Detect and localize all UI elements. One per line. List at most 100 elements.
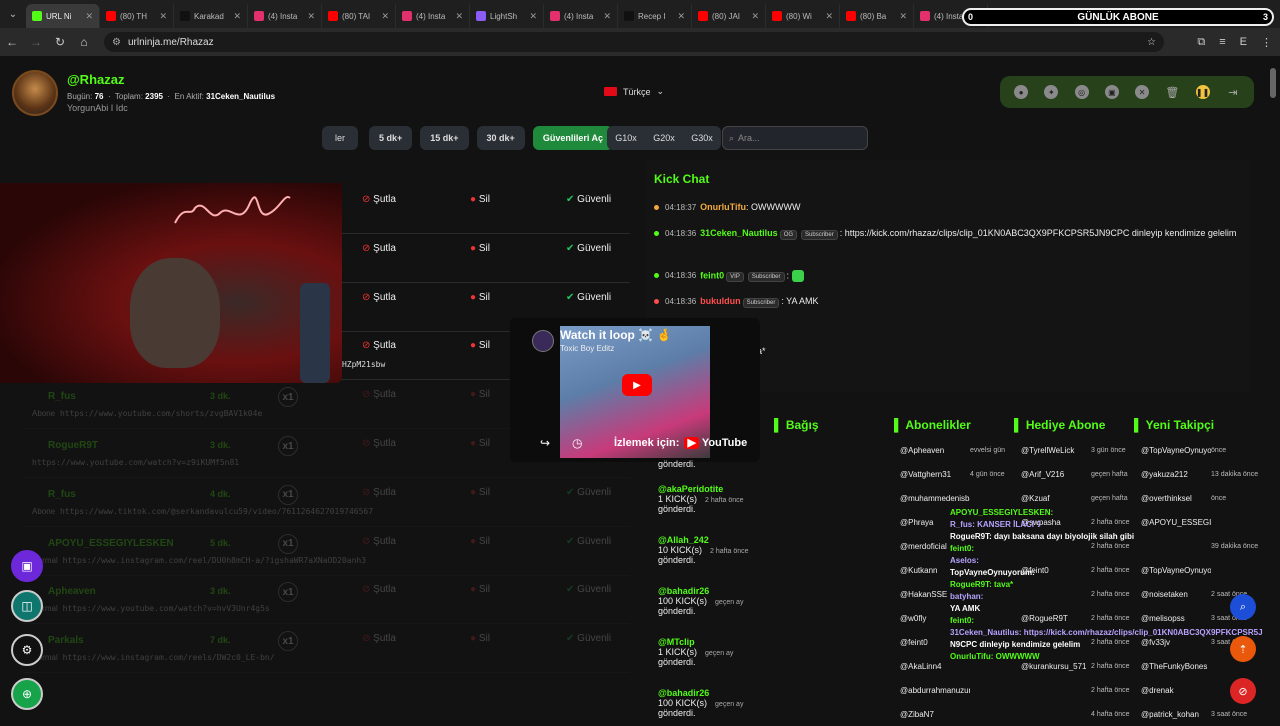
report-button[interactable]: ⊘ Şutla (362, 194, 396, 205)
browser-tab[interactable]: LightSh ✕ (470, 4, 544, 28)
browser-tab[interactable]: (4) Insta ✕ (396, 4, 470, 28)
home-icon[interactable]: ⌂ (72, 35, 96, 49)
browser-tab[interactable]: (4) Insta ✕ (544, 4, 618, 28)
browser-tab[interactable]: Recep I ✕ (618, 4, 692, 28)
browser-tab[interactable]: (80) JAI ✕ (692, 4, 766, 28)
coin-icon[interactable]: ● (1014, 85, 1029, 99)
filter-15min-button[interactable]: 15 dk+ (420, 126, 469, 150)
report-button[interactable]: ⊘ Şutla (362, 292, 396, 303)
kick-user[interactable]: @MTclip (658, 637, 733, 647)
list-user[interactable]: @drenak (1141, 686, 1211, 695)
row-username[interactable]: R_fus (48, 489, 76, 500)
row-username[interactable]: Parkals (48, 635, 84, 646)
row-link[interactable]: Normal https://www.instagram.com/reel/DU… (32, 556, 366, 565)
browser-tab[interactable]: (4) Insta ✕ (248, 4, 322, 28)
language-selector[interactable]: Türkçe ⌄ (604, 86, 664, 97)
pause-icon[interactable]: ❚❚ (1195, 85, 1210, 99)
browser-tab[interactable]: (80) Wi ✕ (766, 4, 840, 28)
bookmark-star-icon[interactable]: ☆ (1147, 37, 1156, 48)
section-followers[interactable]: ▌ Yeni Takipçi (1134, 418, 1214, 432)
delete-button[interactable]: ● Sil (470, 340, 490, 351)
section-donation[interactable]: ▌ Bağış (774, 418, 819, 432)
close-tab-icon[interactable]: ✕ (529, 11, 537, 22)
zoom-search-icon[interactable]: ⌕ (1230, 594, 1256, 620)
trust-button[interactable]: ✔ Güvenli (566, 194, 611, 205)
report-button[interactable]: ⊘ Şutla (362, 243, 396, 254)
delete-button[interactable]: ● Sil (470, 487, 490, 498)
list-user[interactable]: @Apheaven (900, 446, 970, 455)
delete-button[interactable]: ● Sil (470, 584, 490, 595)
close-tab-icon[interactable]: ✕ (85, 11, 93, 22)
trust-button[interactable]: ✔ Güvenli (566, 633, 611, 644)
list-user[interactable]: @patrick_kohan (1141, 710, 1211, 719)
trash-icon[interactable]: 🗑 (1165, 85, 1179, 99)
browser-tab[interactable]: URL Ni ✕ (26, 4, 100, 28)
close-tab-icon[interactable]: ✕ (307, 11, 315, 22)
close-tab-icon[interactable]: ✕ (233, 11, 241, 22)
back-icon[interactable]: ← (0, 35, 24, 49)
filter-button-partial[interactable]: ler (322, 126, 358, 150)
report-button[interactable]: ⊘ Şutla (362, 633, 396, 644)
list-user[interactable]: @TyrellWeLick (1021, 446, 1091, 455)
list-user[interactable]: @TopVayneOynuyorum (1141, 446, 1211, 455)
close-tab-icon[interactable]: ✕ (603, 11, 611, 22)
close-tab-icon[interactable]: ✕ (159, 11, 167, 22)
tab-search-icon[interactable]: ⌄ (0, 0, 26, 28)
page-scrollbar[interactable] (1270, 68, 1276, 98)
trust-button[interactable]: ✔ Güvenli (566, 243, 611, 254)
menu-icon[interactable]: ⋮ (1261, 36, 1272, 49)
browser-tab[interactable]: (80) TAI ✕ (322, 4, 396, 28)
stop-icon[interactable]: ⊘ (1230, 678, 1256, 704)
close-tab-icon[interactable]: ✕ (825, 11, 833, 22)
browser-tab[interactable]: (80) TH ✕ (100, 4, 174, 28)
filter-5min-button[interactable]: 5 dk+ (369, 126, 413, 150)
delete-button[interactable]: ● Sil (470, 633, 490, 644)
browser-tab[interactable]: (80) Ba ✕ (840, 4, 914, 28)
chat-user[interactable]: 31Ceken_Nautilus (700, 228, 778, 238)
close-tab-icon[interactable]: ✕ (751, 11, 759, 22)
kick-user[interactable]: @bahadir26 (658, 688, 743, 698)
report-button[interactable]: ⊘ Şutla (362, 340, 396, 351)
settings-icon[interactable]: ⚙ (11, 634, 43, 666)
delete-button[interactable]: ● Sil (470, 292, 490, 303)
row-username[interactable]: RogueR9T (48, 440, 98, 451)
reload-icon[interactable]: ↻ (48, 35, 72, 49)
delete-button[interactable]: ● Sil (470, 438, 490, 449)
kick-icon[interactable]: ◫ (11, 590, 43, 622)
logout-icon[interactable]: ⇥ (1226, 85, 1240, 99)
list-user[interactable]: @abdurrahmanuzun (900, 686, 970, 695)
list-user[interactable]: @muhammedenisbastanefendihz (900, 494, 970, 503)
close-tab-icon[interactable]: ✕ (899, 11, 907, 22)
close-tab-icon[interactable]: ✕ (677, 11, 685, 22)
delete-button[interactable]: ● Sil (470, 389, 490, 400)
report-button[interactable]: ⊘ Şutla (362, 487, 396, 498)
scroll-top-icon[interactable]: ⇡ (1230, 636, 1256, 662)
list-user[interactable]: @Kzuaf (1021, 494, 1091, 503)
twitch-icon[interactable]: ▣ (11, 550, 43, 582)
report-button[interactable]: ⊘ Şutla (362, 438, 396, 449)
filter-30min-button[interactable]: 30 dk+ (476, 126, 525, 150)
row-link[interactable]: Normal https://www.instagram.com/reels/D… (32, 653, 275, 662)
url-field[interactable]: ⚙ urlninja.me/Rhazaz ☆ (104, 32, 1164, 52)
chat-user[interactable]: OnurluTifu (700, 202, 746, 212)
forward-icon[interactable]: → (24, 35, 48, 49)
browser-tab[interactable]: Karakad ✕ (174, 4, 248, 28)
play-icon[interactable]: ▶ (622, 374, 652, 396)
profile-avatar[interactable]: E (1240, 36, 1247, 49)
tools-icon[interactable]: ✕ (1135, 85, 1150, 99)
list-user[interactable]: @Arif_V216 (1021, 470, 1091, 479)
add-user-icon[interactable]: ⊕ (11, 678, 43, 710)
multiplier-30x-button[interactable]: G30x (683, 126, 721, 150)
kick-user[interactable]: @bahadir26 (658, 586, 743, 596)
extensions-icon[interactable]: ⧉ (1197, 36, 1205, 49)
watch-later-icon[interactable]: ◷ (572, 436, 582, 450)
watch-on-youtube[interactable]: İzlemek için: ▶ YouTube (614, 436, 747, 449)
row-link[interactable]: Abone https://www.tiktok.com/@serkandavu… (32, 507, 373, 516)
search-input[interactable]: ⌕ Ara... (722, 126, 868, 150)
kick-user[interactable]: @akaPeridotite (658, 484, 744, 494)
chat-user[interactable]: feint0 (700, 270, 724, 280)
row-link[interactable]: Normal https://www.youtube.com/watch?v=h… (32, 604, 270, 613)
multiplier-20x-button[interactable]: G20x (645, 126, 683, 150)
row-username[interactable]: R_fus (48, 391, 76, 402)
share-icon[interactable]: ↪ (540, 436, 550, 450)
